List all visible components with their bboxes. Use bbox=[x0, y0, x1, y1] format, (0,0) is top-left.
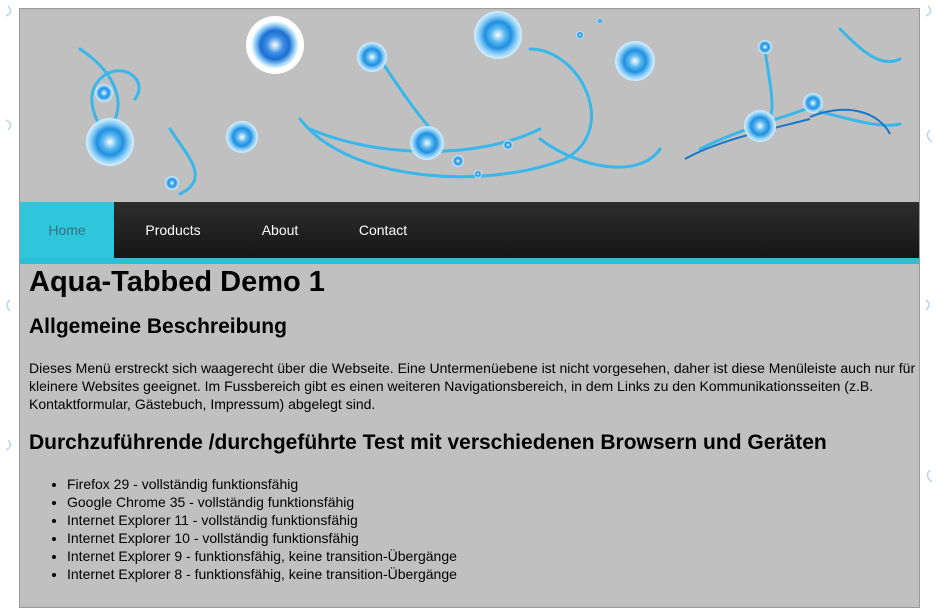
header-banner bbox=[20, 9, 919, 202]
page-container: Home Products About Contact Aqua-Tabbed … bbox=[19, 8, 920, 608]
nav-item-contact[interactable]: Contact bbox=[328, 202, 438, 258]
list-item: Internet Explorer 10 - vollständig funkt… bbox=[67, 529, 919, 547]
nav-item-products[interactable]: Products bbox=[114, 202, 232, 258]
main-content: Aqua-Tabbed Demo 1 Allgemeine Beschreibu… bbox=[20, 264, 919, 583]
list-item: Internet Explorer 8 - funktionsfähig, ke… bbox=[67, 565, 919, 583]
list-item: Google Chrome 35 - vollständig funktions… bbox=[67, 493, 919, 511]
nav-item-about[interactable]: About bbox=[232, 202, 328, 258]
swirl-bubbles-graphic bbox=[78, 11, 902, 196]
list-item: Firefox 29 - vollständig funktionsfähig bbox=[67, 475, 919, 493]
section-heading-description: Allgemeine Beschreibung bbox=[29, 315, 287, 338]
description-paragraph: Dieses Menü erstreckt sich waagerecht üb… bbox=[29, 360, 916, 412]
browser-test-list: Firefox 29 - vollständig funktionsfähig … bbox=[29, 475, 919, 583]
nav-item-home[interactable]: Home bbox=[20, 202, 114, 258]
main-navigation: Home Products About Contact bbox=[20, 202, 919, 264]
page-title: Aqua-Tabbed Demo 1 bbox=[29, 266, 325, 298]
list-item: Internet Explorer 11 - vollständig funkt… bbox=[67, 511, 919, 529]
list-item: Internet Explorer 9 - funktionsfähig, ke… bbox=[67, 547, 919, 565]
section-heading-tests: Durchzuführende /durchgeführte Test mit … bbox=[29, 431, 827, 454]
